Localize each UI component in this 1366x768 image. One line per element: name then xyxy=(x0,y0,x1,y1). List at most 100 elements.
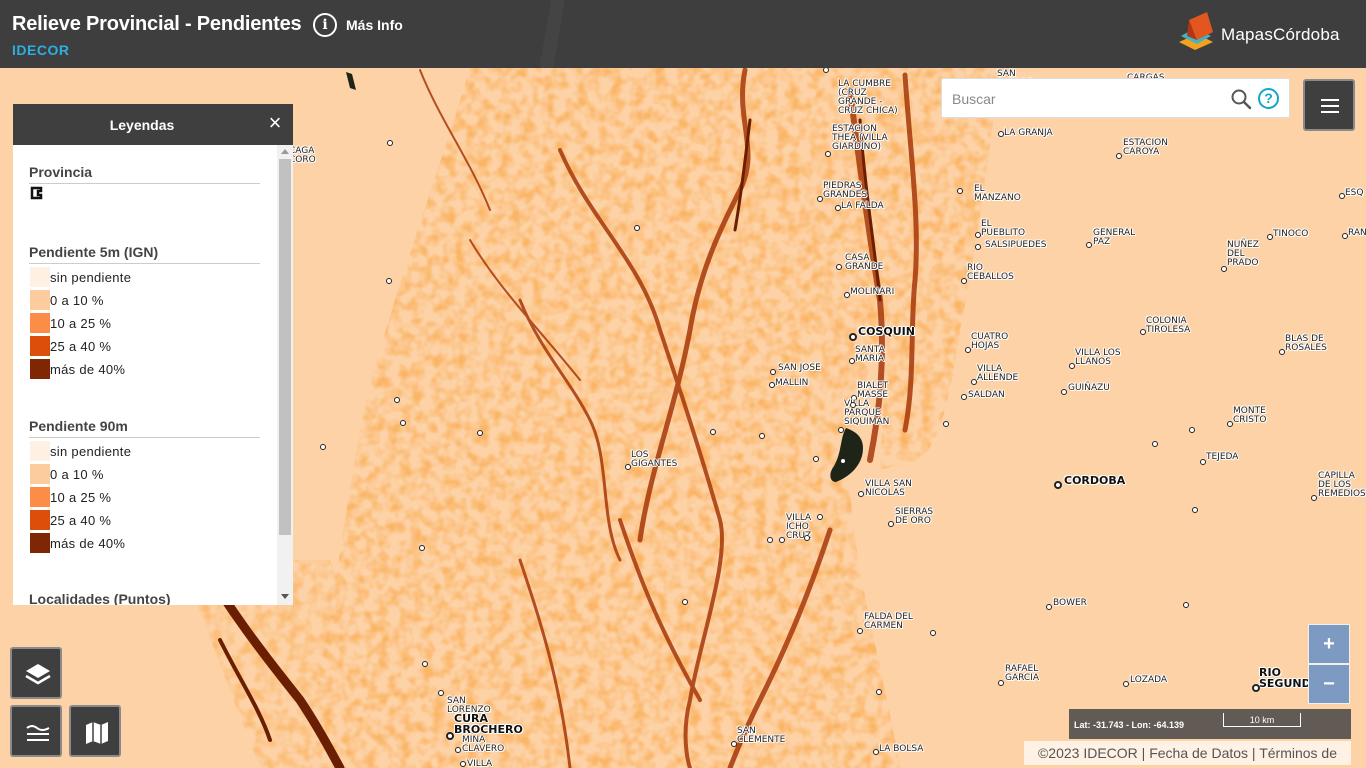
locality-point[interactable] xyxy=(825,151,831,157)
locality-point[interactable] xyxy=(1339,193,1345,199)
locality-point[interactable] xyxy=(1279,349,1285,355)
locality-point[interactable] xyxy=(386,278,392,284)
locality-point[interactable] xyxy=(1116,153,1122,159)
info-icon[interactable]: i xyxy=(313,13,337,37)
basemap-button[interactable] xyxy=(69,705,121,757)
locality-point[interactable] xyxy=(1061,389,1067,395)
search-input[interactable] xyxy=(952,87,1222,111)
locality-point[interactable] xyxy=(813,456,819,462)
close-icon[interactable]: × xyxy=(265,112,285,134)
locality-point[interactable] xyxy=(710,429,716,435)
locality-point[interactable] xyxy=(961,394,967,400)
legend-toggle-button[interactable] xyxy=(10,705,62,757)
place-label: BOWER xyxy=(1053,598,1087,608)
locality-point[interactable] xyxy=(1069,363,1075,369)
brand-name[interactable]: MapasCórdoba xyxy=(1221,25,1340,45)
locality-point[interactable] xyxy=(857,628,863,634)
locality-point[interactable] xyxy=(849,358,855,364)
place-label: SAN JOSE xyxy=(778,363,821,373)
legend-scrollbar[interactable] xyxy=(277,145,293,605)
more-info-link[interactable]: Más Info xyxy=(346,17,403,33)
locality-point[interactable] xyxy=(804,535,810,541)
locality-point[interactable] xyxy=(387,140,393,146)
locality-point[interactable] xyxy=(835,205,841,211)
app-title: Relieve Provincial - Pendientes xyxy=(12,13,302,35)
locality-point[interactable] xyxy=(975,232,981,238)
locality-point[interactable] xyxy=(965,347,971,353)
locality-point[interactable] xyxy=(1152,441,1158,447)
legend-body[interactable]: Provincia Pendiente 5m (IGN) sin pendien… xyxy=(13,145,277,605)
locality-point[interactable] xyxy=(422,661,428,667)
locality-point[interactable] xyxy=(849,333,857,341)
zoom-out-button[interactable]: − xyxy=(1308,664,1350,704)
locality-point[interactable] xyxy=(844,292,850,298)
scroll-down-icon[interactable] xyxy=(281,594,289,599)
locality-point[interactable] xyxy=(1086,242,1092,248)
locality-point[interactable] xyxy=(779,537,785,543)
locality-point[interactable] xyxy=(930,630,936,636)
locality-point[interactable] xyxy=(1140,329,1146,335)
legend-title: Leyendas xyxy=(109,117,175,133)
locality-point[interactable] xyxy=(1183,602,1189,608)
locality-point[interactable] xyxy=(1192,507,1198,513)
locality-point[interactable] xyxy=(394,397,400,403)
help-icon[interactable]: ? xyxy=(1258,88,1279,109)
locality-point[interactable] xyxy=(1342,233,1348,239)
locality-point[interactable] xyxy=(836,264,842,270)
locality-point[interactable] xyxy=(858,491,864,497)
place-label: COLONIA TIROLESA xyxy=(1146,316,1191,335)
locality-point[interactable] xyxy=(1046,604,1052,610)
place-label: SIERRAS DE ORO xyxy=(895,507,934,526)
scroll-thumb[interactable] xyxy=(279,159,291,535)
locality-point[interactable] xyxy=(634,225,640,231)
locality-point[interactable] xyxy=(838,427,844,433)
locality-point[interactable] xyxy=(850,402,856,408)
locality-point[interactable] xyxy=(888,521,894,527)
locality-point[interactable] xyxy=(1054,481,1062,489)
locality-point[interactable] xyxy=(1200,459,1206,465)
locality-point[interactable] xyxy=(769,382,775,388)
app-subtitle[interactable]: IDECOR xyxy=(12,42,69,58)
locality-point[interactable] xyxy=(400,420,406,426)
locality-point[interactable] xyxy=(419,545,425,551)
locality-point[interactable] xyxy=(1252,684,1260,692)
locality-point[interactable] xyxy=(971,379,977,385)
locality-point[interactable] xyxy=(817,196,823,202)
locality-point[interactable] xyxy=(961,278,967,284)
locality-point[interactable] xyxy=(460,761,466,767)
locality-point[interactable] xyxy=(998,680,1004,686)
locality-point[interactable] xyxy=(998,131,1004,137)
scroll-up-icon[interactable] xyxy=(281,149,289,154)
locality-point[interactable] xyxy=(957,188,963,194)
locality-point[interactable] xyxy=(1189,427,1195,433)
locality-point[interactable] xyxy=(943,421,949,427)
locality-point[interactable] xyxy=(759,433,765,439)
menu-button[interactable] xyxy=(1303,79,1355,131)
locality-point[interactable] xyxy=(477,430,483,436)
locality-point[interactable] xyxy=(1267,234,1273,240)
locality-point[interactable] xyxy=(446,732,454,740)
layers-button[interactable] xyxy=(10,647,62,699)
locality-point[interactable] xyxy=(1311,495,1317,501)
locality-point[interactable] xyxy=(1221,266,1227,272)
locality-point[interactable] xyxy=(817,514,823,520)
locality-point[interactable] xyxy=(625,464,631,470)
place-label: GUIÑAZU xyxy=(1068,383,1110,393)
locality-point[interactable] xyxy=(1123,681,1129,687)
locality-point[interactable] xyxy=(975,244,981,250)
legend-swatch xyxy=(30,336,50,356)
locality-point[interactable] xyxy=(840,458,846,464)
locality-point[interactable] xyxy=(1227,421,1233,427)
locality-point[interactable] xyxy=(455,747,461,753)
locality-point[interactable] xyxy=(876,689,882,695)
locality-point[interactable] xyxy=(682,599,688,605)
locality-point[interactable] xyxy=(731,741,737,747)
attribution[interactable]: ©2023 IDECOR | Fecha de Datos | Términos… xyxy=(1024,741,1351,765)
locality-point[interactable] xyxy=(438,690,444,696)
search-icon[interactable] xyxy=(1230,88,1252,110)
locality-point[interactable] xyxy=(320,444,326,450)
locality-point[interactable] xyxy=(770,369,776,375)
locality-point[interactable] xyxy=(767,537,773,543)
zoom-in-button[interactable]: + xyxy=(1308,624,1350,664)
locality-point[interactable] xyxy=(873,749,879,755)
